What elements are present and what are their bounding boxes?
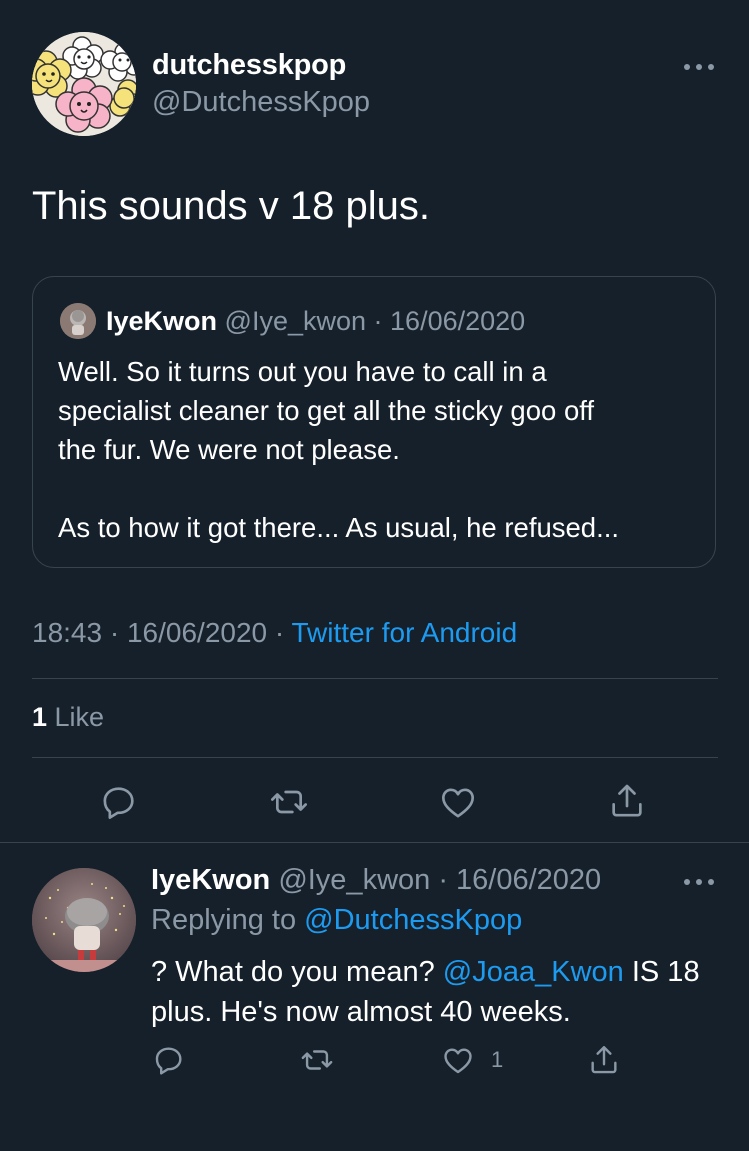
author-handle[interactable]: @DutchessKpop [152, 86, 370, 119]
quoted-tweet-text: Well. So it turns out you have to call i… [58, 352, 708, 547]
tweet-source-link[interactable]: Twitter for Android [292, 617, 518, 648]
reply-text-line: plus. He's now almost 40 weeks. [151, 996, 571, 1028]
reply-date: 16/06/2020 [456, 864, 602, 896]
separator-dot: · [430, 864, 457, 896]
heart-icon[interactable] [441, 1043, 475, 1077]
reply-more-options-icon[interactable] [684, 877, 718, 887]
quoted-author-avatar [60, 303, 96, 339]
reply-icon[interactable] [152, 1043, 186, 1077]
divider [0, 842, 749, 843]
reply-author-handle[interactable]: @Iye_kwon [278, 864, 430, 896]
reply-text: ? What do you mean? @Joaa_Kwon IS 18 plu… [151, 952, 731, 1032]
likes-summary[interactable]: 1 Like [32, 702, 104, 733]
share-icon[interactable] [587, 1042, 621, 1078]
reply-author-avatar[interactable] [32, 868, 136, 972]
reply-icon[interactable] [99, 782, 139, 822]
divider [32, 678, 718, 679]
reply-author-name[interactable]: IyeKwon [151, 864, 270, 896]
quoted-line: Well. So it turns out you have to call i… [58, 356, 547, 387]
likes-label: Like [47, 702, 105, 732]
separator-dot: · [102, 617, 127, 648]
author-avatar[interactable] [32, 32, 136, 136]
tweet-date: 16/06/2020 [126, 617, 268, 648]
divider [32, 757, 718, 758]
quoted-line: As to how it got there... As usual, he r… [58, 512, 620, 543]
replying-to-mention[interactable]: @DutchessKpop [304, 904, 522, 936]
replying-to-label: Replying to [151, 904, 305, 936]
tweet-meta: 18:43 · 16/06/2020 · Twitter for Android [32, 617, 517, 649]
reply-text-continued: IS 18 [623, 956, 700, 988]
quoted-line: specialist cleaner to get all the sticky… [58, 395, 595, 426]
separator-dot: · [267, 617, 292, 648]
reply-mention-link[interactable]: @Joaa_Kwon [443, 956, 624, 988]
quoted-tweet-header: IyeKwon @Iye_kwon · 16/06/2020 [106, 306, 525, 337]
reply-like-count: 1 [491, 1047, 504, 1072]
more-options-icon[interactable] [684, 62, 718, 72]
reply-header: IyeKwon @Iye_kwon · 16/06/2020 [151, 864, 601, 897]
retweet-icon[interactable] [299, 1043, 335, 1077]
likes-count: 1 [32, 702, 48, 732]
quoted-author-handle: @Iye_kwon [224, 306, 367, 336]
replying-to: Replying to @DutchessKpop [151, 904, 522, 937]
quoted-author-name: IyeKwon [106, 306, 218, 336]
quoted-tweet-date: 16/06/2020 [390, 306, 526, 336]
reply-text-start: ? What do you mean? [151, 956, 443, 988]
quoted-line: the fur. We were not please. [58, 434, 400, 465]
tweet-text: This sounds v 18 plus. [32, 184, 430, 228]
share-icon[interactable] [607, 780, 647, 822]
retweet-icon[interactable] [268, 782, 310, 822]
heart-icon[interactable] [438, 782, 478, 822]
author-display-name[interactable]: dutchesskpop [152, 49, 346, 82]
separator-dot: · [366, 306, 391, 336]
tweet-time: 18:43 [32, 617, 103, 648]
